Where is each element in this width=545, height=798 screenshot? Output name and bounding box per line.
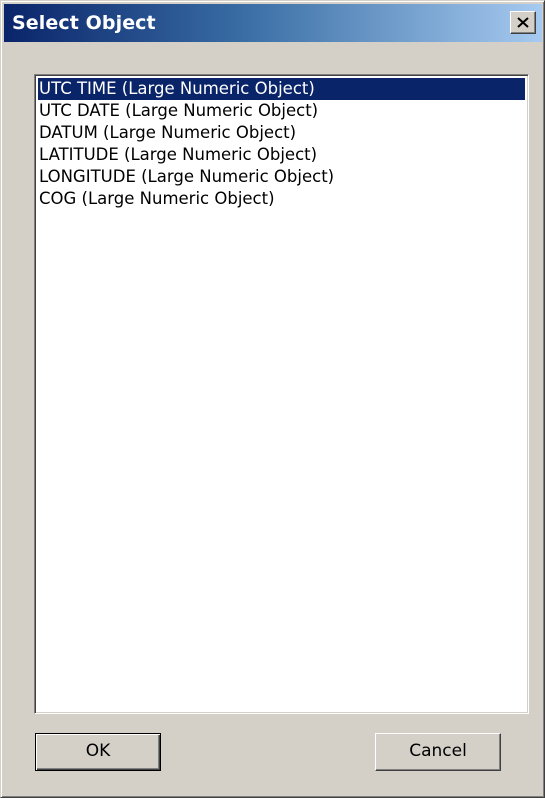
object-listbox[interactable]: UTC TIME (Large Numeric Object) UTC DATE… xyxy=(34,74,529,714)
dialog-title: Select Object xyxy=(12,12,156,34)
list-item[interactable]: UTC TIME (Large Numeric Object) xyxy=(38,78,525,100)
list-item[interactable]: DATUM (Large Numeric Object) xyxy=(38,122,525,144)
cancel-button[interactable]: Cancel xyxy=(375,733,501,771)
list-item[interactable]: LONGITUDE (Large Numeric Object) xyxy=(38,166,525,188)
close-icon xyxy=(517,17,529,28)
title-bar[interactable]: Select Object xyxy=(4,4,542,42)
list-item[interactable]: LATITUDE (Large Numeric Object) xyxy=(38,144,525,166)
list-item[interactable]: COG (Large Numeric Object) xyxy=(38,188,525,210)
ok-button[interactable]: OK xyxy=(35,733,161,771)
close-button[interactable] xyxy=(510,11,536,34)
select-object-dialog: Select Object UTC TIME (Large Numeric Ob… xyxy=(0,0,545,798)
list-item[interactable]: UTC DATE (Large Numeric Object) xyxy=(38,100,525,122)
